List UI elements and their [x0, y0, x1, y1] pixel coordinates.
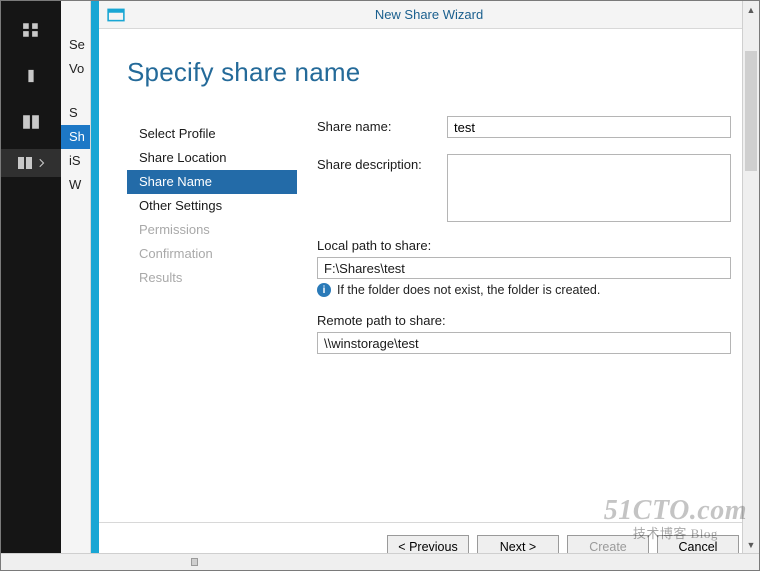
- local-path-note: i If the folder does not exist, the fold…: [317, 283, 731, 297]
- vertical-scrollbar[interactable]: ▲ ▼: [742, 1, 759, 553]
- nav-item[interactable]: S: [61, 101, 90, 125]
- step-share-name[interactable]: Share Name: [127, 170, 297, 194]
- servers-icon[interactable]: [20, 19, 42, 41]
- scroll-down-icon[interactable]: ▼: [743, 536, 759, 553]
- nav-item[interactable]: Se: [61, 33, 90, 57]
- share-name-label: Share name:: [317, 116, 427, 134]
- step-share-location[interactable]: Share Location: [127, 146, 297, 170]
- splitter-handle[interactable]: [191, 558, 198, 566]
- share-description-input[interactable]: [447, 154, 731, 222]
- share-name-input[interactable]: [447, 116, 731, 138]
- step-other-settings[interactable]: Other Settings: [127, 194, 297, 218]
- nav-item[interactable]: Vo: [61, 57, 90, 81]
- wizard-title: New Share Wizard: [99, 7, 759, 22]
- nav-item[interactable]: W: [61, 173, 90, 197]
- local-path-note-text: If the folder does not exist, the folder…: [337, 283, 600, 297]
- info-icon: i: [317, 283, 331, 297]
- share-description-label: Share description:: [317, 154, 427, 172]
- nav-item[interactable]: iS: [61, 149, 90, 173]
- step-confirmation: Confirmation: [127, 242, 297, 266]
- nav-item-shares[interactable]: Sh: [61, 125, 90, 149]
- page-heading: Specify share name: [127, 57, 731, 88]
- horizontal-scrollbar[interactable]: [1, 553, 759, 570]
- wizard-steps: Select Profile Share Location Share Name…: [127, 116, 297, 354]
- app-icon-bar: [1, 1, 61, 570]
- step-permissions: Permissions: [127, 218, 297, 242]
- wizard-accent-bar: [91, 1, 99, 570]
- chevron-right-icon: [39, 158, 45, 168]
- server-manager-nav: Se Vo S Sh iS W: [61, 1, 91, 570]
- step-results: Results: [127, 266, 297, 290]
- volumes-icon[interactable]: [20, 65, 42, 87]
- remote-path-label: Remote path to share:: [317, 313, 731, 328]
- disks-icon[interactable]: [20, 111, 42, 133]
- remote-path-value[interactable]: \\winstorage\test: [317, 332, 731, 354]
- local-path-label: Local path to share:: [317, 238, 731, 253]
- local-path-value[interactable]: F:\Shares\test: [317, 257, 731, 279]
- wizard-form: Share name: Share description: Local pat…: [297, 116, 731, 354]
- wizard-titlebar: New Share Wizard: [99, 1, 759, 29]
- scroll-up-icon[interactable]: ▲: [743, 1, 759, 18]
- new-share-wizard: New Share Wizard Specify share name Sele…: [99, 1, 759, 570]
- scroll-thumb[interactable]: [745, 51, 757, 171]
- wizard-window-icon: [107, 6, 125, 24]
- step-select-profile[interactable]: Select Profile: [127, 122, 297, 146]
- shares-icon[interactable]: [1, 149, 61, 177]
